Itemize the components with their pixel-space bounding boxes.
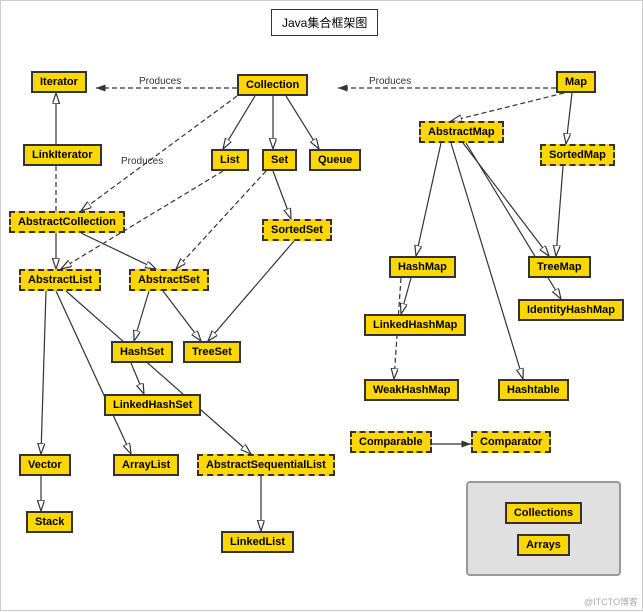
map-node: Map (556, 71, 596, 93)
iterator-node: Iterator (31, 71, 87, 93)
identityhashmap-node: IdentityHashMap (518, 299, 624, 321)
abstractsequentiallist-node: AbstractSequentialList (197, 454, 335, 476)
linkiterator-node: LinkIterator (23, 144, 102, 166)
stack-node: Stack (26, 511, 73, 533)
linkedlist-node: LinkedList (221, 531, 294, 553)
treemap-node: TreeMap (528, 256, 591, 278)
abstractlist-node: AbstractList (19, 269, 101, 291)
abstractmap-node: AbstractMap (419, 121, 504, 143)
comparator-node: Comparator (471, 431, 551, 453)
collections-node: Collections (505, 502, 582, 524)
abstractcollection-node: AbstractCollection (9, 211, 125, 233)
produces-label-1: Produces (139, 76, 181, 87)
list-node: List (211, 149, 249, 171)
diagram: Java集合框架图 Iterator Collection Map Produc… (0, 0, 643, 611)
watermark: @ITCTO博客 (584, 595, 638, 608)
hashset-node: HashSet (111, 341, 173, 363)
hashtable-node: Hashtable (498, 379, 569, 401)
arrays-node: Arrays (517, 534, 570, 556)
set-node: Set (262, 149, 297, 171)
hashmap-node: HashMap (389, 256, 456, 278)
linkedhashset-node: LinkedHashSet (104, 394, 201, 416)
collection-node: Collection (237, 74, 308, 96)
vector-node: Vector (19, 454, 71, 476)
comparable-node: Comparable (350, 431, 432, 453)
treeset-node: TreeSet (183, 341, 241, 363)
produces-label-3: Produces (121, 156, 163, 167)
queue-node: Queue (309, 149, 361, 171)
sortedmap-node: SortedMap (540, 144, 615, 166)
sortedset-node: SortedSet (262, 219, 332, 241)
title-node: Java集合框架图 (271, 9, 378, 36)
abstractset-node: AbstractSet (129, 269, 209, 291)
weakhashmap-node: WeakHashMap (364, 379, 459, 401)
linkedhashmap-node: LinkedHashMap (364, 314, 466, 336)
legend-box: Collections Arrays (466, 481, 621, 576)
arraylist-node: ArrayList (113, 454, 179, 476)
produces-label-2: Produces (369, 76, 411, 87)
